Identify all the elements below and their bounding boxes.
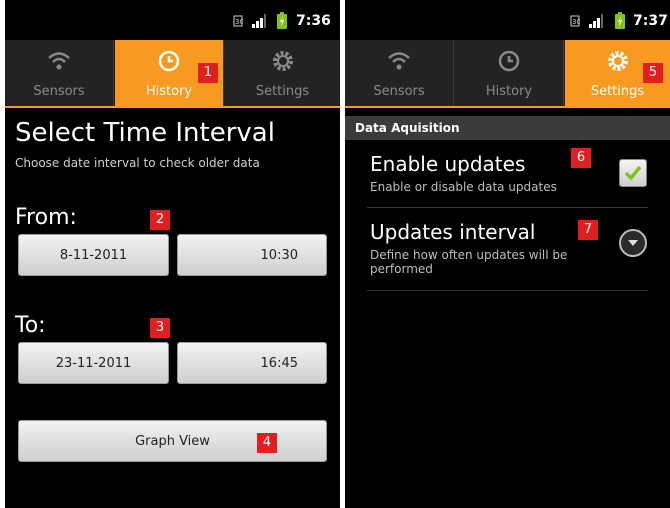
pref-title: Updates interval xyxy=(370,220,536,244)
callout-badge: 4 xyxy=(257,433,277,453)
from-time-button[interactable]: 10:30 xyxy=(177,234,327,276)
updates-interval-dropdown[interactable] xyxy=(619,229,647,257)
tab-divider xyxy=(563,40,564,106)
to-date-button[interactable]: 23-11-2011 xyxy=(18,342,169,384)
section-header: Data Aquisition xyxy=(345,116,670,140)
network-3g-icon: 3G xyxy=(233,15,243,27)
chevron-down-icon xyxy=(628,240,638,246)
callout-badge: 5 xyxy=(643,63,663,83)
tab-sensors-label: Sensors xyxy=(373,84,425,99)
to-time-button[interactable]: 16:45 xyxy=(177,342,327,384)
callout-badge: 3 xyxy=(150,318,170,338)
battery-charging-icon xyxy=(615,12,625,29)
wifi-icon xyxy=(48,52,70,70)
tab-settings[interactable]: Settings xyxy=(225,40,340,106)
status-bar: 3G 7:36 xyxy=(5,0,340,40)
status-time: 7:37 xyxy=(633,13,668,29)
tab-settings-label: Settings xyxy=(590,84,645,99)
network-3g-icon: 3G xyxy=(570,15,580,27)
wifi-icon xyxy=(388,52,410,70)
svg-text:3G: 3G xyxy=(572,18,580,26)
history-screen: 3G 7:36 Sensors History Settings 1 Selec… xyxy=(5,0,340,508)
clock-icon xyxy=(498,50,520,72)
tab-divider xyxy=(113,40,114,106)
signal-icon xyxy=(589,14,603,28)
page-subtitle: Choose date interval to check older data xyxy=(15,156,260,170)
divider xyxy=(367,290,648,291)
tab-history-label: History xyxy=(145,84,193,99)
tab-history[interactable]: History xyxy=(455,40,563,106)
settings-screen: 3G 7:37 Sensors History Settings 5 Data … xyxy=(345,0,670,508)
tab-bar: Sensors History Settings xyxy=(345,40,670,108)
tab-divider xyxy=(453,40,454,106)
gear-icon xyxy=(272,51,293,71)
divider xyxy=(367,207,648,208)
tab-divider xyxy=(223,40,224,106)
pref-summary: Define how often updates will be perform… xyxy=(370,248,568,276)
enable-updates-checkbox[interactable] xyxy=(619,159,647,187)
clock-icon xyxy=(158,50,180,72)
signal-icon xyxy=(252,14,266,28)
tab-sensors[interactable]: Sensors xyxy=(345,40,453,106)
check-icon xyxy=(624,165,642,181)
tab-underline xyxy=(5,106,340,108)
tab-bar: Sensors History Settings xyxy=(5,40,340,108)
status-bar: 3G 7:37 xyxy=(345,0,670,40)
from-date-button[interactable]: 8-11-2011 xyxy=(18,234,169,276)
tab-history-label: History xyxy=(485,84,533,99)
status-time: 7:36 xyxy=(296,13,331,29)
callout-badge: 6 xyxy=(571,148,591,168)
callout-badge: 2 xyxy=(150,210,170,230)
tab-settings-label: Settings xyxy=(255,84,310,99)
pref-summary: Enable or disable data updates xyxy=(370,180,557,194)
from-label: From: xyxy=(15,205,77,230)
pref-title: Enable updates xyxy=(370,152,526,176)
to-label: To: xyxy=(15,313,46,338)
callout-badge: 1 xyxy=(198,63,218,83)
battery-charging-icon xyxy=(277,12,287,29)
svg-text:3G: 3G xyxy=(235,18,243,26)
gear-icon xyxy=(607,51,628,71)
page-title: Select Time Interval xyxy=(15,118,275,148)
graph-view-button[interactable]: Graph View xyxy=(18,420,327,462)
tab-underline xyxy=(345,106,670,108)
tab-sensors[interactable]: Sensors xyxy=(5,40,113,106)
callout-badge: 7 xyxy=(578,220,598,240)
tab-sensors-label: Sensors xyxy=(33,84,85,99)
